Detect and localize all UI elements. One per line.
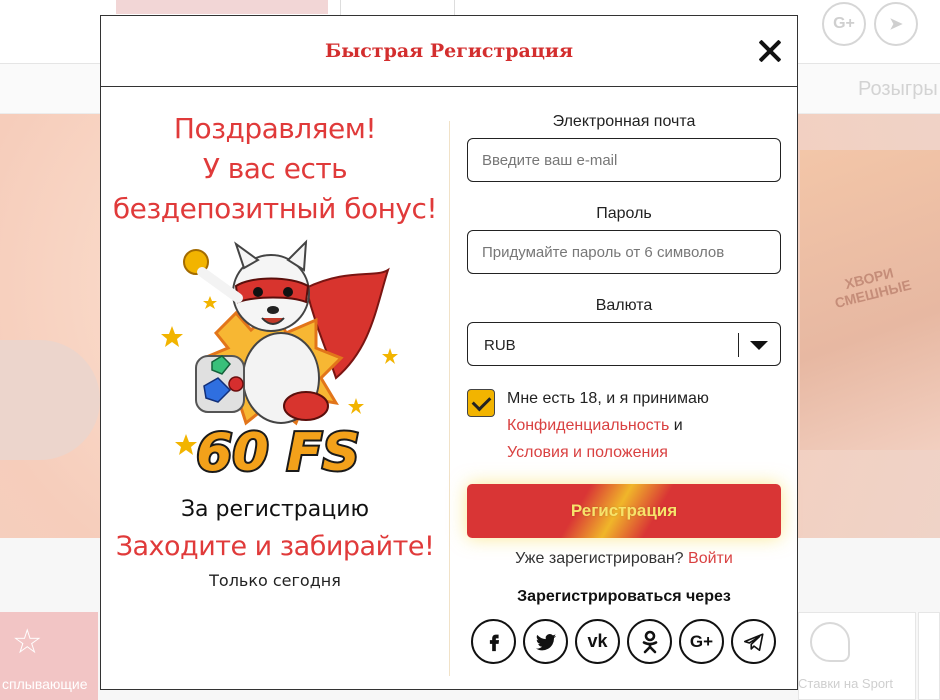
gem-icon [228,376,244,392]
modal-header: Быстрая Регистрация [101,16,797,87]
close-icon[interactable] [757,38,783,64]
background-telegram-icon: ➤ [874,2,918,46]
mascot-eye [283,287,293,297]
currency-select[interactable]: RUB [467,322,781,366]
login-link[interactable]: Войти [688,550,733,567]
star-icon [161,326,183,347]
password-label: Пароль [596,205,652,222]
registration-modal: Быстрая Регистрация Поздравляем! У вас е… [100,15,798,690]
background-horse-icon [810,622,850,662]
mascot-eye [253,287,263,297]
star-icon [382,348,398,364]
background-nav-item: Розыгры [858,78,938,100]
age-terms-checkbox[interactable] [467,389,495,417]
mascot-mask [234,277,310,304]
bonus-badge: 60 FS [196,423,359,478]
social-register-label: Зарегистрироваться через [517,588,731,605]
privacy-link[interactable]: Конфиденциальность [507,417,669,434]
google-plus-icon-text: G+ [689,631,714,651]
mascot-image: 60 FS [161,239,398,478]
vk-icon-text: vk [587,631,608,651]
star-icon [203,296,217,309]
terms-link[interactable]: Условия и положения [507,444,668,461]
background-logo-block [116,0,328,14]
background-star-icon: ☆ [12,623,43,661]
login-prompt-line: Уже зарегистрирован? Войти [467,550,781,568]
currency-value: RUB [484,337,516,354]
promo-subtitle: За регистрацию [180,497,370,522]
vk-icon[interactable]: vk [575,619,620,664]
login-prompt: Уже зарегистрирован? [515,550,684,567]
star-icon [175,434,197,455]
terms-text: Мне есть 18, и я принимаю [507,390,709,407]
terms-and: и [673,417,683,434]
odnoklassniki-icon[interactable] [627,619,672,664]
terms-line-conditions: Условия и положения [507,444,668,462]
promo-cta: Заходите и забирайте! [115,531,435,562]
mascot-arm [197,267,243,303]
email-field[interactable] [467,138,781,182]
password-field[interactable] [467,230,781,274]
google-plus-icon[interactable]: G+ [679,619,724,664]
register-button[interactable]: Регистрация [467,484,781,538]
background-tile-label: сплывающие [2,676,88,692]
email-label: Электронная почта [552,113,696,130]
promo-headline-3: бездепозитный бонус! [112,192,438,225]
facebook-icon[interactable] [471,619,516,664]
chevron-down-icon [750,341,768,350]
background-google-plus-icon: G+ [822,2,866,46]
currency-label: Валюта [595,297,653,314]
column-divider [449,121,450,676]
background-tile-label: Ставки на Sport [798,676,893,691]
mascot-boot [283,391,329,421]
terms-line-privacy: Конфиденциальность и [507,417,683,435]
select-divider [738,333,739,357]
background-tile [918,612,940,700]
telegram-icon[interactable] [731,619,776,664]
twitter-icon[interactable] [523,619,568,664]
promo-headline-2: У вас есть [202,152,348,185]
mascot-nose [267,306,279,314]
promo-headline-1: Поздравляем! [173,112,377,145]
promo-note: Только сегодня [209,571,341,590]
star-icon [348,398,364,414]
modal-title: Быстрая Регистрация [324,40,574,62]
